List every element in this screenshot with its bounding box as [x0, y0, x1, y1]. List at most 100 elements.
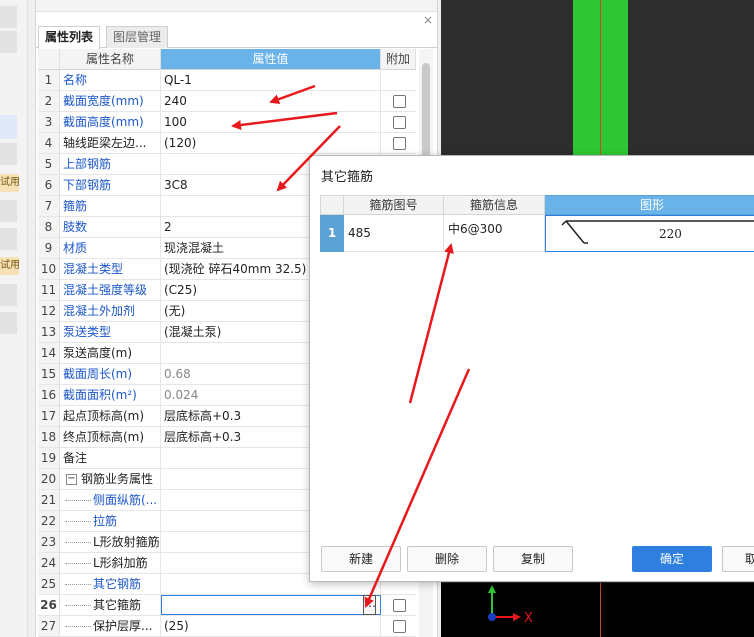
- extra-checkbox[interactable]: [393, 620, 406, 633]
- grid-header: 属性名称 属性值 附加: [38, 49, 416, 70]
- property-name-label: 混凝土类型: [63, 262, 124, 276]
- tab-property-list[interactable]: 属性列表: [38, 26, 101, 49]
- header-row-number: [320, 195, 344, 215]
- property-name-label: 拉筋: [93, 514, 118, 528]
- collapse-icon[interactable]: −: [66, 474, 77, 485]
- property-name-cell: 肢数: [60, 217, 161, 237]
- property-name-cell: 其它箍筋: [60, 595, 161, 615]
- property-name-cell: 起点顶标高(m): [60, 406, 161, 426]
- toolbar-button[interactable]: [0, 284, 17, 306]
- property-name-cell: 终点顶标高(m): [60, 427, 161, 447]
- panel-tabs: 属性列表 图层管理: [36, 26, 437, 49]
- extra-checkbox[interactable]: [393, 116, 406, 129]
- row-number: 2: [38, 91, 60, 111]
- toolbar-button[interactable]: [0, 312, 17, 334]
- property-name-cell: 备注: [60, 448, 161, 468]
- row-number: 3: [38, 112, 60, 132]
- property-name-label: L形放射箍筋: [93, 535, 160, 549]
- toolbar-button[interactable]: [0, 228, 17, 250]
- other-stirrups-dialog: 其它箍筋 箍筋图号 箍筋信息 图形 1 485 中6@300 220 新建 删除…: [309, 155, 754, 582]
- row-number: 4: [38, 133, 60, 153]
- ok-button[interactable]: 确定: [632, 546, 712, 572]
- property-name-label: 其它箍筋: [93, 598, 142, 612]
- trial-tag[interactable]: 试用: [0, 174, 19, 192]
- row-number: 8: [38, 217, 60, 237]
- row-number: 24: [38, 553, 60, 573]
- property-value-cell[interactable]: (25): [161, 616, 381, 636]
- tree-connector: [65, 584, 91, 585]
- extra-cell: [381, 112, 416, 132]
- row-number: 11: [38, 280, 60, 300]
- trial-tag[interactable]: 试用: [0, 257, 19, 275]
- property-name-label: 其它钢筋: [93, 577, 142, 591]
- stirrup-code-cell[interactable]: 485: [344, 215, 444, 252]
- toolbar-button[interactable]: [0, 6, 17, 28]
- extra-checkbox[interactable]: [393, 95, 406, 108]
- property-value-cell[interactable]: 100: [161, 112, 381, 132]
- row-number: 14: [38, 343, 60, 363]
- axis-gizmo-icon: X: [488, 585, 533, 626]
- row-number: 7: [38, 196, 60, 216]
- property-name-label: 泵送高度(m): [63, 346, 133, 360]
- property-value-cell[interactable]: (120): [161, 133, 381, 153]
- table-row[interactable]: 27 保护层厚... (25): [38, 616, 416, 637]
- new-button[interactable]: 新建: [321, 546, 401, 572]
- property-name-label: 截面面积(m²): [63, 388, 137, 402]
- property-value-cell[interactable]: QL-1: [161, 70, 381, 90]
- cancel-button[interactable]: 取消: [722, 546, 754, 572]
- table-row[interactable]: 4 轴线距梁左边... (120): [38, 133, 416, 154]
- row-number: 9: [38, 238, 60, 258]
- property-name-cell: 侧面纵筋(...: [60, 490, 161, 510]
- delete-button[interactable]: 删除: [407, 546, 487, 572]
- table-row[interactable]: 1 名称 QL-1: [38, 70, 416, 91]
- property-name-cell: 轴线距梁左边...: [60, 133, 161, 153]
- close-icon[interactable]: ×: [423, 13, 433, 27]
- table-row[interactable]: 3 截面高度(mm) 100: [38, 112, 416, 133]
- property-name-cell: 名称: [60, 70, 161, 90]
- property-name-cell: 拉筋: [60, 511, 161, 531]
- property-value-cell[interactable]: [161, 595, 381, 615]
- toolbar-button[interactable]: [0, 143, 17, 165]
- ellipsis-button-icon[interactable]: ⋯: [363, 595, 376, 615]
- shape-dimension[interactable]: 220: [659, 216, 682, 253]
- stirrup-info-cell[interactable]: 中6@300: [444, 215, 545, 252]
- property-name-label: 材质: [63, 241, 88, 255]
- row-number: 1: [320, 215, 344, 252]
- shape-cell[interactable]: 220: [545, 215, 754, 252]
- toolbar-button-active[interactable]: [0, 115, 17, 139]
- row-number: 17: [38, 406, 60, 426]
- stirrup-table-header: 箍筋图号 箍筋信息 图形: [320, 195, 754, 215]
- extra-checkbox[interactable]: [393, 599, 406, 612]
- extra-cell: [381, 616, 416, 636]
- tab-layer-management[interactable]: 图层管理: [106, 26, 169, 48]
- row-number: 18: [38, 427, 60, 447]
- header-extra: 附加: [381, 49, 416, 70]
- property-name-label: 保护层厚...: [93, 619, 153, 633]
- table-row[interactable]: 26 其它箍筋 ⋯: [38, 595, 416, 616]
- row-number: 13: [38, 322, 60, 342]
- property-name-cell: 截面高度(mm): [60, 112, 161, 132]
- extra-checkbox[interactable]: [393, 137, 406, 150]
- table-row[interactable]: 1 485 中6@300 220: [320, 215, 754, 252]
- tree-connector: [65, 542, 91, 543]
- extra-cell: [381, 133, 416, 153]
- property-name-cell: − 钢筋业务属性: [60, 469, 161, 489]
- table-row[interactable]: 2 截面宽度(mm) 240: [38, 91, 416, 112]
- row-number: 27: [38, 616, 60, 636]
- toolbar-button[interactable]: [0, 200, 17, 222]
- row-number: 20: [38, 469, 60, 489]
- property-name-label: 轴线距梁左边...: [63, 136, 147, 150]
- property-name-label: 钢筋业务属性: [81, 472, 154, 486]
- property-name-label: 肢数: [63, 220, 88, 234]
- property-name-label: 混凝土外加剂: [63, 304, 136, 318]
- stirrup-table: 箍筋图号 箍筋信息 图形 1 485 中6@300 220: [320, 195, 754, 252]
- property-value-cell[interactable]: 240: [161, 91, 381, 111]
- extra-cell: [381, 70, 416, 90]
- tree-connector: [65, 626, 91, 627]
- toolbar-button[interactable]: [0, 31, 17, 53]
- property-name-label: 混凝土强度等级: [63, 283, 148, 297]
- copy-button[interactable]: 复制: [493, 546, 573, 572]
- property-name-cell: L形放射箍筋: [60, 532, 161, 552]
- property-name-label: 截面宽度(mm): [63, 94, 144, 108]
- property-name-cell: 下部钢筋: [60, 175, 161, 195]
